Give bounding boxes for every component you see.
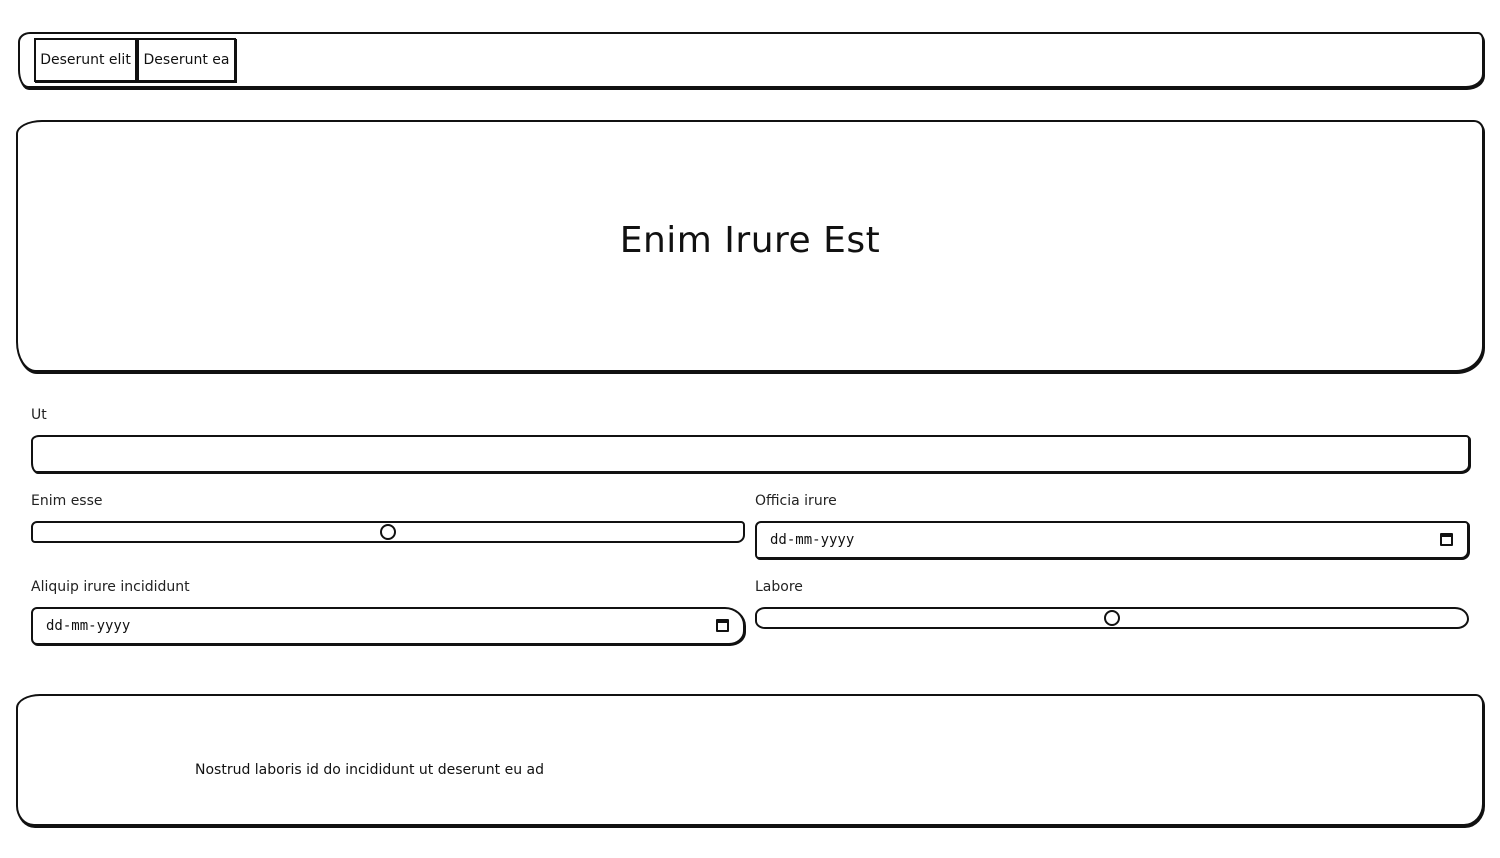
officia-irure-placeholder: dd-mm-yyyy	[770, 532, 855, 548]
calendar-icon[interactable]	[716, 619, 729, 632]
nav-button-deserunt-elit[interactable]: Deserunt elit	[34, 38, 137, 82]
aliquip-irure-incididunt-label: Aliquip irure incididunt	[31, 579, 190, 595]
ut-label: Ut	[31, 407, 47, 423]
calendar-icon[interactable]	[1440, 533, 1453, 546]
footer-text: Nostrud laboris id do incididunt ut dese…	[195, 762, 544, 778]
enim-esse-label: Enim esse	[31, 493, 103, 509]
labore-label: Labore	[755, 579, 803, 595]
labore-slider-thumb[interactable]	[1104, 610, 1120, 626]
enim-esse-slider-thumb[interactable]	[380, 524, 396, 540]
officia-irure-label: Officia irure	[755, 493, 837, 509]
labore-slider[interactable]	[755, 607, 1469, 629]
aliquip-irure-incididunt-date-input[interactable]: dd-mm-yyyy	[31, 607, 745, 645]
footer-panel	[16, 694, 1484, 826]
ut-input[interactable]	[31, 435, 1470, 473]
enim-esse-slider[interactable]	[31, 521, 745, 543]
aliquip-placeholder: dd-mm-yyyy	[46, 618, 131, 634]
officia-irure-date-input[interactable]: dd-mm-yyyy	[755, 521, 1469, 559]
nav-button-deserunt-ea[interactable]: Deserunt ea	[137, 38, 236, 82]
hero-title: Enim Irure Est	[619, 219, 881, 261]
top-nav-bar	[18, 32, 1484, 88]
